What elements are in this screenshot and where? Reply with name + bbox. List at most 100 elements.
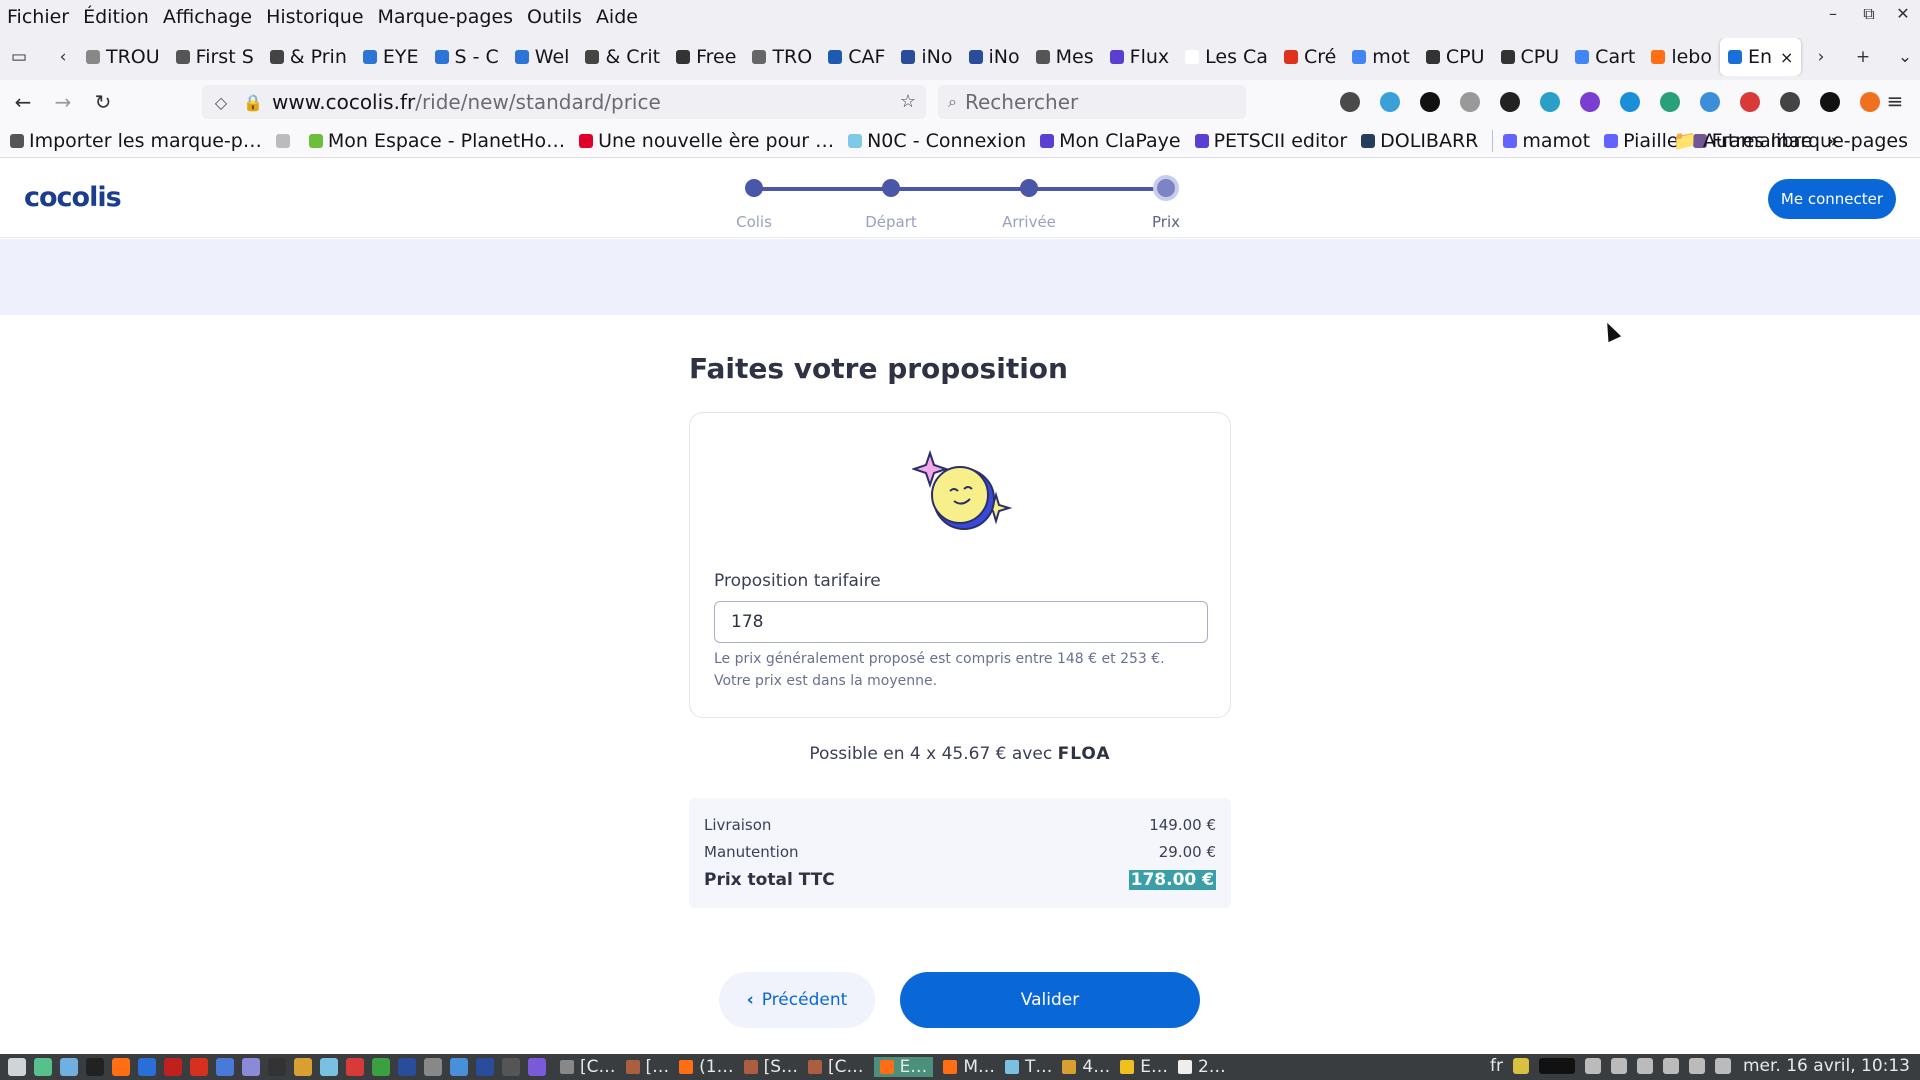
launcher-icon-17[interactable]	[450, 1058, 468, 1076]
bookmark-bookmarks-0[interactable]: Importer les marque-p…	[10, 130, 262, 152]
extension-icon-12[interactable]	[1820, 92, 1840, 112]
browser-tab-19[interactable]: Cart	[1567, 38, 1643, 76]
browser-tab-16[interactable]: mot	[1344, 38, 1418, 76]
launcher-icon-1[interactable]	[34, 1058, 52, 1076]
browser-tab-21[interactable]: En ×	[1720, 38, 1802, 76]
back-icon[interactable]: ←	[6, 90, 40, 114]
forward-icon[interactable]: →	[46, 90, 80, 114]
launcher-icon-20[interactable]	[528, 1058, 546, 1076]
launcher-icon-0[interactable]	[8, 1058, 26, 1076]
taskbar-task-1[interactable]: […	[625, 1057, 669, 1077]
bookmark-bookmarks-7[interactable]: DOLIBARR	[1361, 130, 1478, 152]
reload-icon[interactable]: ↻	[86, 90, 120, 114]
extension-icon-11[interactable]	[1780, 92, 1800, 112]
tab-scroll-right-icon[interactable]: ›	[1806, 47, 1836, 67]
launcher-icon-10[interactable]	[268, 1058, 286, 1076]
extension-icon-7[interactable]	[1620, 92, 1640, 112]
extension-icon-5[interactable]	[1540, 92, 1560, 112]
launcher-icon-4[interactable]	[112, 1058, 130, 1076]
bookmark-bookmarks-2[interactable]: Mon Espace - PlanetHo…	[308, 130, 565, 152]
browser-tab-1[interactable]: First S	[168, 38, 262, 76]
validate-button[interactable]: Valider	[900, 972, 1200, 1028]
close-window-button[interactable]: ✕	[1888, 4, 1918, 23]
browser-tab-17[interactable]: CPU	[1418, 38, 1493, 76]
bluetooth-icon[interactable]	[1584, 1058, 1601, 1074]
new-tab-icon[interactable]: +	[1848, 47, 1878, 67]
launcher-icon-14[interactable]	[372, 1058, 390, 1076]
extension-icon-2[interactable]	[1420, 92, 1440, 112]
wifi-icon[interactable]	[1688, 1058, 1705, 1074]
launcher-icon-13[interactable]	[346, 1058, 364, 1076]
bookmark-bookmarks-3[interactable]: Une nouvelle ère pour …	[579, 130, 834, 152]
other-bookmarks-folder[interactable]: 📁 Autres marque-pages	[1673, 129, 1908, 152]
taskbar-task-8[interactable]: 4…	[1062, 1057, 1110, 1077]
browser-tab-5[interactable]: Wel	[507, 38, 578, 76]
taskbar-task-5[interactable]: E…	[873, 1057, 934, 1077]
tab-scroll-left-icon[interactable]: ‹	[48, 47, 78, 67]
bookmark-star-icon[interactable]: ☆	[900, 91, 916, 112]
taskbar-task-7[interactable]: T…	[1004, 1057, 1052, 1077]
tracking-shield-icon[interactable]: ◇	[208, 93, 234, 112]
launcher-icon-9[interactable]	[242, 1058, 260, 1076]
launcher-icon-2[interactable]	[60, 1058, 78, 1076]
browser-tab-12[interactable]: Mes	[1028, 38, 1102, 76]
tab-list-icon[interactable]: ▭	[4, 47, 34, 67]
cocolis-logo[interactable]: cocolis	[24, 182, 122, 213]
browser-tab-2[interactable]: & Prin	[262, 38, 355, 76]
extension-icon-10[interactable]	[1740, 92, 1760, 112]
launcher-icon-18[interactable]	[476, 1058, 494, 1076]
browser-tab-4[interactable]: S - C	[427, 38, 507, 76]
clock[interactable]: mer. 16 avril, 10:13	[1743, 1056, 1910, 1076]
login-button[interactable]: Me connecter	[1768, 179, 1896, 219]
taskbar-task-2[interactable]: (1…	[679, 1057, 734, 1077]
keyboard-layout-indicator[interactable]: fr	[1490, 1056, 1503, 1076]
all-tabs-icon[interactable]: ⌄	[1890, 47, 1920, 67]
taskbar-task-10[interactable]: 2…	[1177, 1057, 1226, 1077]
bookmark-bookmarks_after_sep-0[interactable]: mamot	[1503, 130, 1590, 152]
menu-6[interactable]: Aide	[596, 6, 638, 28]
taskbar-task-3[interactable]: [S…	[743, 1057, 798, 1077]
launcher-icon-8[interactable]	[216, 1058, 234, 1076]
folder-tray-icon[interactable]	[1512, 1058, 1529, 1074]
launcher-icon-5[interactable]	[138, 1058, 156, 1076]
browser-tab-3[interactable]: EYE	[355, 38, 427, 76]
taskbar-task-9[interactable]: E…	[1120, 1057, 1168, 1077]
taskbar-task-6[interactable]: M…	[943, 1057, 995, 1077]
extension-icon-13[interactable]	[1860, 92, 1880, 112]
extension-icon-6[interactable]	[1580, 92, 1600, 112]
extension-icon-0[interactable]	[1340, 92, 1360, 112]
price-input[interactable]	[714, 601, 1208, 643]
volume-icon[interactable]	[1714, 1058, 1731, 1074]
browser-tab-20[interactable]: lebo	[1643, 38, 1720, 76]
launcher-icon-16[interactable]	[424, 1058, 442, 1076]
extension-icon-9[interactable]	[1700, 92, 1720, 112]
previous-button[interactable]: ‹ Précédent	[719, 972, 875, 1028]
taskbar-task-4[interactable]: [C…	[808, 1057, 864, 1077]
extension-icon-1[interactable]	[1380, 92, 1400, 112]
launcher-icon-12[interactable]	[320, 1058, 338, 1076]
extension-icon-8[interactable]	[1660, 92, 1680, 112]
menu-1[interactable]: Édition	[83, 6, 149, 28]
browser-tab-7[interactable]: Free	[668, 38, 744, 76]
launcher-icon-15[interactable]	[398, 1058, 416, 1076]
browser-tab-11[interactable]: iNo	[961, 38, 1028, 76]
bookmark-bookmarks_after_sep-1[interactable]: Piaille	[1604, 130, 1679, 152]
browser-tab-14[interactable]: Les Ca	[1177, 38, 1276, 76]
lock-icon[interactable]: 🔒	[240, 93, 266, 112]
browser-tab-6[interactable]: & Crit	[577, 38, 668, 76]
browser-tab-13[interactable]: Flux	[1102, 38, 1178, 76]
launcher-icon-3[interactable]	[86, 1058, 104, 1076]
menu-0[interactable]: Fichier	[7, 6, 69, 28]
menu-5[interactable]: Outils	[527, 6, 582, 28]
launcher-icon-11[interactable]	[294, 1058, 312, 1076]
menu-3[interactable]: Historique	[266, 6, 363, 28]
launcher-icon-19[interactable]	[502, 1058, 520, 1076]
browser-tab-9[interactable]: CAF	[820, 38, 893, 76]
clipboard-icon[interactable]	[1610, 1058, 1627, 1074]
maximize-button[interactable]: ⧉	[1854, 4, 1884, 24]
bookmark-bookmarks-6[interactable]: PETSCII editor	[1194, 130, 1347, 152]
bookmark-bookmarks-5[interactable]: Mon ClaPaye	[1040, 130, 1181, 152]
search-bar[interactable]: ⌕ Rechercher	[938, 85, 1246, 119]
browser-tab-18[interactable]: CPU	[1493, 38, 1568, 76]
taskbar-task-0[interactable]: [C…	[560, 1057, 616, 1077]
